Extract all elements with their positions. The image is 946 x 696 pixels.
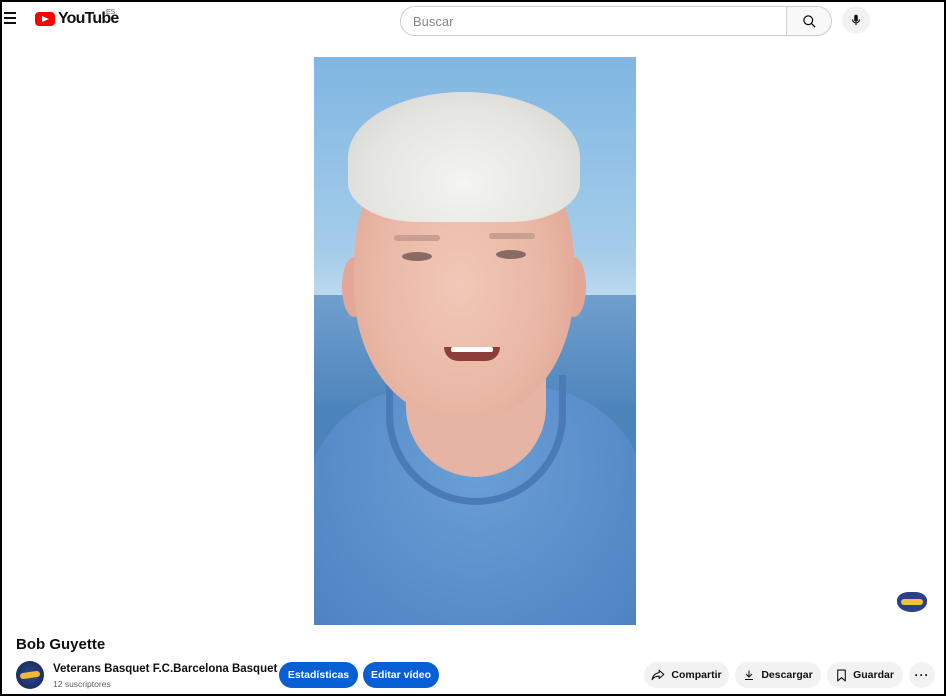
channel-avatar[interactable] <box>16 661 44 689</box>
subscriber-count: 12 suscriptores <box>53 679 111 689</box>
search-icon <box>802 14 816 28</box>
download-icon <box>745 670 754 680</box>
download-button[interactable]: Descargar <box>735 662 821 688</box>
watermark-logo-mark <box>901 599 923 605</box>
channel-name[interactable]: Veterans Basquet F.C.Barcelona Basquet <box>53 663 277 675</box>
channel-watermark-logo[interactable] <box>897 592 927 612</box>
search-input[interactable] <box>401 7 786 35</box>
search-box <box>400 6 832 36</box>
stats-button[interactable]: Estadísticas <box>279 662 358 688</box>
hamburger-menu-icon[interactable] <box>4 12 20 26</box>
country-code: ES <box>106 9 116 16</box>
share-icon <box>652 669 665 681</box>
save-button[interactable]: Guardar <box>827 662 903 688</box>
download-label: Descargar <box>761 669 813 681</box>
more-actions-button[interactable]: ··· <box>909 662 935 688</box>
search-button[interactable] <box>786 7 831 35</box>
save-label: Guardar <box>853 669 894 681</box>
more-icon: ··· <box>914 668 930 682</box>
video-frame-brow-left <box>394 235 440 241</box>
avatar-logo-mark <box>19 670 41 680</box>
video-frame-teeth <box>451 347 493 352</box>
edit-video-button[interactable]: Editar vídeo <box>363 662 439 688</box>
microphone-icon <box>851 14 861 26</box>
bookmark-icon <box>837 669 846 681</box>
share-button[interactable]: Compartir <box>644 662 729 688</box>
video-player[interactable] <box>314 57 636 625</box>
video-title: Bob Guyette <box>16 636 106 653</box>
youtube-page: YouTube ES Buscar Bob Guyette Veterans B… <box>0 0 946 696</box>
video-frame-hair <box>348 92 580 222</box>
video-frame-brow-right <box>489 233 535 239</box>
youtube-play-icon <box>35 12 55 26</box>
voice-search-button[interactable] <box>842 6 870 34</box>
share-label: Compartir <box>671 669 722 681</box>
video-frame-eye-right <box>496 250 526 259</box>
video-frame-eye-left <box>402 252 432 261</box>
